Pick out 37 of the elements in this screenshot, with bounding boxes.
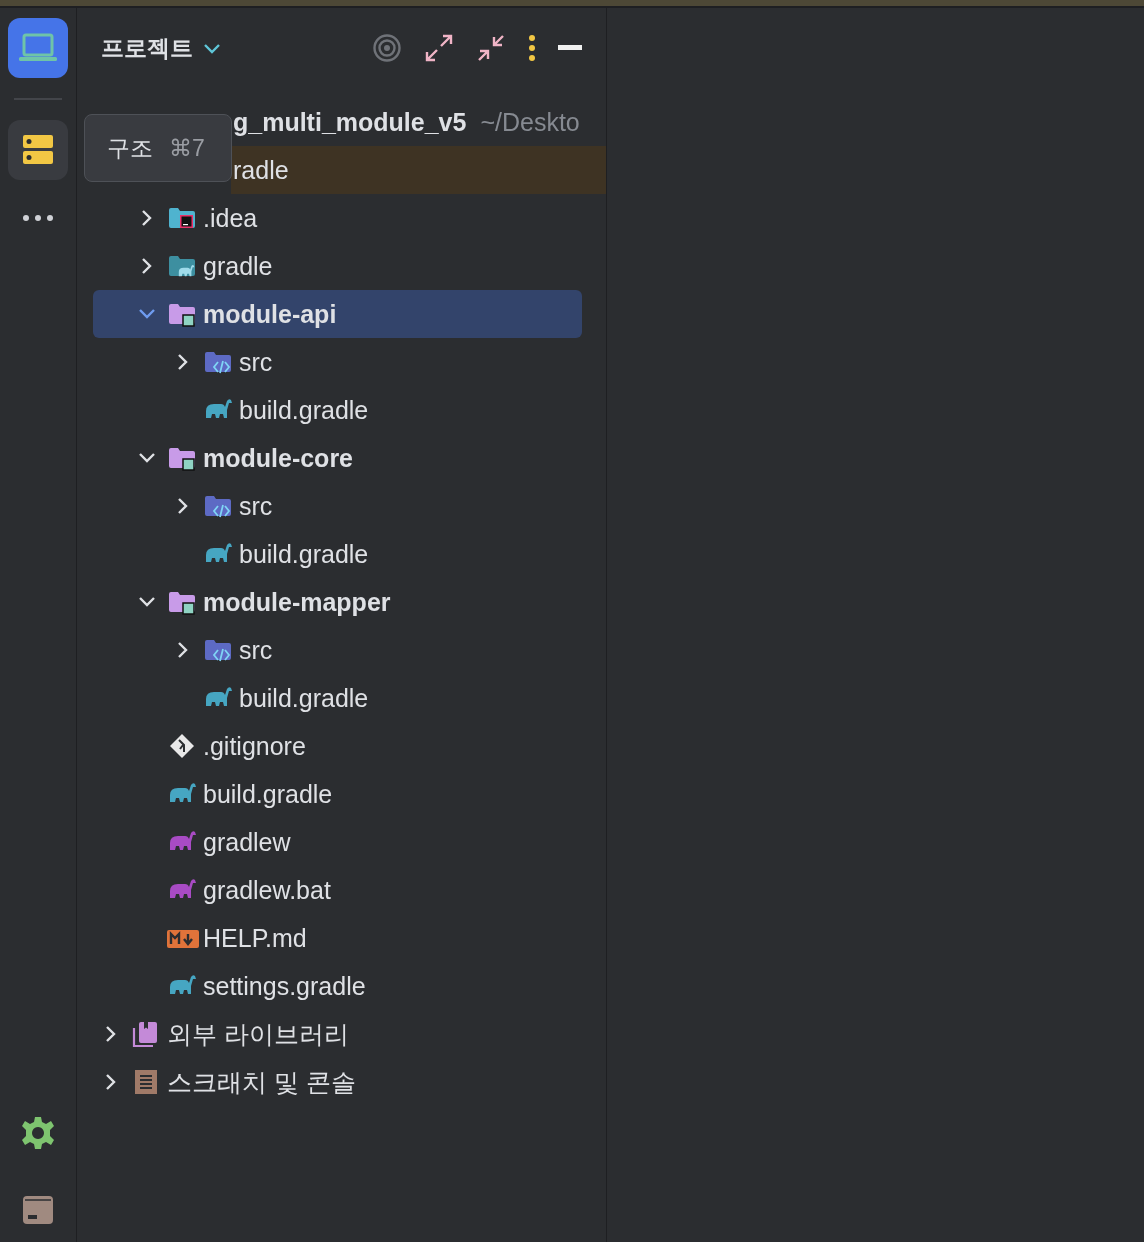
tree-item[interactable]: module-core bbox=[77, 434, 606, 482]
tree-item[interactable]: 외부 라이브러리 bbox=[77, 1010, 606, 1058]
box-icon[interactable] bbox=[22, 1194, 54, 1226]
tree-item[interactable]: .gitignore bbox=[77, 722, 606, 770]
laptop-icon bbox=[18, 32, 58, 64]
tree-item[interactable]: module-mapper bbox=[77, 578, 606, 626]
structure-tool-button[interactable] bbox=[8, 120, 68, 180]
project-tool-button[interactable] bbox=[8, 18, 68, 78]
tree-item[interactable]: gradlew bbox=[77, 818, 606, 866]
tree-item[interactable]: .idea bbox=[77, 194, 606, 242]
target-icon[interactable] bbox=[372, 33, 402, 63]
minimize-icon[interactable] bbox=[558, 45, 582, 51]
expand-icon[interactable] bbox=[424, 33, 454, 63]
tree-item[interactable]: build.gradle bbox=[77, 530, 606, 578]
project-path: ~/Deskto bbox=[480, 107, 580, 137]
tree-item[interactable]: gradlew.bat bbox=[77, 866, 606, 914]
shortcut-label: ⌘7 bbox=[169, 134, 205, 162]
tree-item[interactable]: build.gradle bbox=[77, 386, 606, 434]
structure-icon bbox=[23, 135, 53, 165]
panel-title[interactable]: 프로젝트 bbox=[101, 32, 193, 64]
settings-icon[interactable] bbox=[21, 1116, 55, 1150]
tree-item[interactable]: settings.gradle bbox=[77, 962, 606, 1010]
tooltip-label: 구조 bbox=[107, 133, 153, 163]
tree-item[interactable]: build.gradle bbox=[77, 674, 606, 722]
collapse-icon[interactable] bbox=[476, 33, 506, 63]
kebab-menu-icon[interactable] bbox=[528, 34, 536, 62]
tree-item[interactable]: src bbox=[77, 482, 606, 530]
chevron-down-icon[interactable] bbox=[203, 41, 221, 55]
tree-item[interactable]: HELP.md bbox=[77, 914, 606, 962]
more-icon[interactable] bbox=[22, 214, 54, 222]
tree-item[interactable]: src bbox=[77, 338, 606, 386]
tree-item[interactable]: 스크래치 및 콘솔 bbox=[77, 1058, 606, 1106]
tree-item[interactable]: radle bbox=[231, 146, 606, 194]
tree-item[interactable]: gradle bbox=[77, 242, 606, 290]
tree-item[interactable]: src bbox=[77, 626, 606, 674]
tree-item[interactable]: g_multi_module_v5 ~/Deskto bbox=[231, 98, 606, 146]
tree-item[interactable]: build.gradle bbox=[77, 770, 606, 818]
